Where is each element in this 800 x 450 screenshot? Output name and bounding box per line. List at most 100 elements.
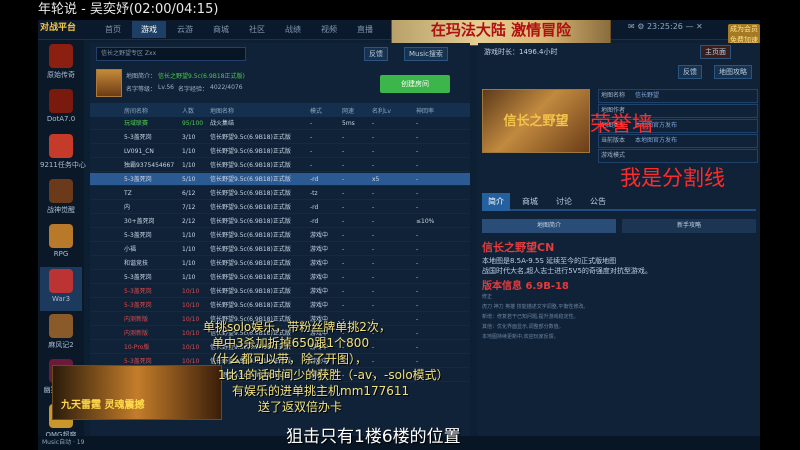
strategy-button[interactable]: 地图攻略 xyxy=(714,65,752,79)
cell-name: 独霸9375454667 xyxy=(124,162,175,169)
subtab-0[interactable]: 地图简介 xyxy=(482,219,616,233)
cell-rate: - xyxy=(416,232,419,239)
table-row[interactable]: 5-3盖死岗 5/10 信长野望9.5c(6.9B18)正式版 -rd - x5 - xyxy=(90,173,470,186)
nav-tab-4[interactable]: 社区 xyxy=(240,21,274,38)
rpg-icon xyxy=(49,224,73,248)
nav-tab-5[interactable]: 战绩 xyxy=(276,21,310,38)
cell-mode: 游戏中 xyxy=(310,232,329,239)
cell-name: 内 xyxy=(124,204,131,211)
close-icon[interactable]: ✕ xyxy=(696,22,703,31)
promo-banner[interactable]: 九天雷霆 灵魂震撼 xyxy=(52,365,222,420)
zone-selector[interactable]: 信长之野望专区 Zxx xyxy=(96,47,246,61)
map-value: 信长之野望9.5c(6.9B18正式版) xyxy=(158,73,245,80)
column-header: 网速 xyxy=(342,108,355,115)
tab-2[interactable]: 讨论 xyxy=(550,193,578,211)
cell-net: - xyxy=(342,232,345,239)
table-row[interactable]: 5-3盖死岗 10/10 信长野望9.5c(6.9B18)正式版 游戏中 - - - xyxy=(90,285,470,298)
table-row[interactable]: 30+盖死岗 2/12 信长野望9.5c(6.9B18)正式版 -rd - - ≤10% xyxy=(90,215,470,228)
tab-3[interactable]: 公告 xyxy=(584,193,612,211)
nav-tab-6[interactable]: 视频 xyxy=(312,21,346,38)
table-row[interactable]: 5-3盖死岗 10/10 信长野望9.5c(6.9B18)正式版 游戏中 - - - xyxy=(90,299,470,312)
cell-lv: x5 xyxy=(372,176,380,183)
sidebar-item-6[interactable]: 麻风记2 xyxy=(40,312,82,356)
table-row[interactable]: 和谐竞技 1/10 信长野望9.5c(6.9B18)正式版 游戏中 - - - xyxy=(90,257,470,270)
cell-rate: - xyxy=(416,204,419,211)
cell-players: 2/12 xyxy=(182,218,196,225)
cell-lv: - xyxy=(372,190,375,197)
cell-lv: - xyxy=(372,260,375,267)
subtab-1[interactable]: 新手攻略 xyxy=(622,219,756,233)
cell-players: 1/10 xyxy=(182,148,196,155)
cell-lv: - xyxy=(372,288,375,295)
window-controls[interactable]: ✉ ⚙ 23:25:26 — ✕ xyxy=(628,22,703,31)
cell-mode: 游戏中 xyxy=(310,302,329,309)
note-line: 其他：优化界面显示,调整部分数值。 xyxy=(482,324,564,330)
nav-tab-0[interactable]: 首页 xyxy=(96,21,130,38)
create-room-button[interactable]: 创建房间 xyxy=(380,75,450,93)
detail-subtabs: 地图简介 新手攻略 xyxy=(482,219,756,233)
cell-rate: - xyxy=(416,316,419,323)
cell-net: - xyxy=(342,162,345,169)
cell-players: 10/10 xyxy=(182,330,200,337)
table-header: 房间名称 人数 地图名称 模式 网速 名利Lv 神回率 xyxy=(90,103,470,117)
overlay-divider-text: 我是分割线 xyxy=(620,166,725,190)
cell-map: 信长野望9.5c(6.9B18)正式版 xyxy=(210,246,291,253)
tab-0[interactable]: 简介 xyxy=(482,193,510,211)
table-row[interactable]: 5-3盖死岗 1/10 信长野望9.5c(6.9B18)正式版 游戏中 - - - xyxy=(90,271,470,284)
table-row[interactable]: 5-3盖死岗 3/10 信长野望9.5c(6.9B18)正式版 - - - - xyxy=(90,131,470,144)
table-row[interactable]: TZ 6/12 信长野望9.5c(6.9B18)正式版 -tz - - - xyxy=(90,187,470,200)
table-row[interactable]: 内 7/12 信长野望9.5c(6.9B18)正式版 -rd - - - xyxy=(90,201,470,214)
cell-lv: - xyxy=(372,204,375,211)
cell-map: 信长野望9.5c(6.9B18)正式版 xyxy=(210,218,291,225)
mail-icon[interactable]: ✉ xyxy=(628,22,635,31)
cell-map: 信长野望9.5c(6.9B18)正式版 xyxy=(210,274,291,281)
info-row: 地图名称 信长野望 xyxy=(598,89,758,103)
cell-name: 小福 xyxy=(124,246,137,253)
sidebar-item-3[interactable]: 战神觉醒 xyxy=(40,177,82,221)
war3-icon xyxy=(49,269,73,293)
cell-name: LV091_CN xyxy=(124,148,154,155)
home-button[interactable]: 主页面 xyxy=(700,45,731,59)
settings-icon[interactable]: ⚙ xyxy=(637,22,644,31)
cell-lv: - xyxy=(372,302,375,309)
cell-net: - xyxy=(342,190,345,197)
sidebar-item-5[interactable]: War3 xyxy=(40,267,82,311)
version-title: 版本信息 6.9B-18 xyxy=(482,281,569,292)
nav-tab-7[interactable]: 直播 xyxy=(348,21,382,38)
sidebar-item-2[interactable]: 9211任务中心 xyxy=(40,132,86,176)
sidebar-item-0[interactable]: 原始传奇 xyxy=(40,42,82,86)
nav-tab-3[interactable]: 商城 xyxy=(204,21,238,38)
table-row[interactable]: 玩域联赛 95/100 战火集结 - 5ms - - xyxy=(90,117,470,130)
map-title: 信长之野望CN xyxy=(482,241,555,254)
table-row[interactable]: 小福 1/10 信长野望9.5c(6.9B18)正式版 游戏中 - - - xyxy=(90,243,470,256)
table-row[interactable]: LV091_CN 1/10 信长野望9.5c(6.9B18)正式版 - - - - xyxy=(90,145,470,158)
map-description: 本地图是8.5A-9.5S 延续至今的正式版地图 xyxy=(482,257,617,265)
cell-lv: - xyxy=(372,120,375,127)
sidebar-item-4[interactable]: RPG xyxy=(40,222,82,266)
cell-map: 信长野望9.5c(6.9B18)正式版 xyxy=(210,162,291,169)
cell-map: 信长野望9.5c(6.9B18)正式版 xyxy=(210,134,291,141)
nav-tab-1[interactable]: 游戏 xyxy=(132,21,166,38)
nav-tab-2[interactable]: 云游 xyxy=(168,21,202,38)
sidebar-item-label: War3 xyxy=(51,295,71,303)
feedback-button[interactable]: 反馈 xyxy=(364,47,388,61)
ad-banner[interactable]: 在玛法大陆 激情冒险 xyxy=(391,18,611,46)
sidebar-item-1[interactable]: DotA7.0 xyxy=(40,87,82,131)
cell-rate: - xyxy=(416,134,419,141)
game-cover-image[interactable]: 信长之野望 xyxy=(482,89,590,153)
cell-players: 10/10 xyxy=(182,302,200,309)
cell-rate: - xyxy=(416,246,419,253)
cell-lv: - xyxy=(372,218,375,225)
cell-players: 10/10 xyxy=(182,344,200,351)
table-row[interactable]: 独霸9375454667 1/10 信长野望9.5c(6.9B18)正式版 - - - - xyxy=(90,159,470,172)
column-header: 模式 xyxy=(310,108,323,115)
cell-lv: - xyxy=(372,232,375,239)
report-button[interactable]: 反馈 xyxy=(678,65,702,79)
sidebar-item-label: 麻风记2 xyxy=(48,341,74,349)
tab-1[interactable]: 商城 xyxy=(516,193,544,211)
cell-mode: -rd xyxy=(310,176,319,183)
warrior-icon xyxy=(49,179,73,203)
table-row[interactable]: 5-3盖死岗 1/10 信长野望9.5c(6.9B18)正式版 游戏中 - - - xyxy=(90,229,470,242)
minimize-icon[interactable]: — xyxy=(685,22,693,31)
music-button[interactable]: Music搜索 xyxy=(404,47,448,61)
